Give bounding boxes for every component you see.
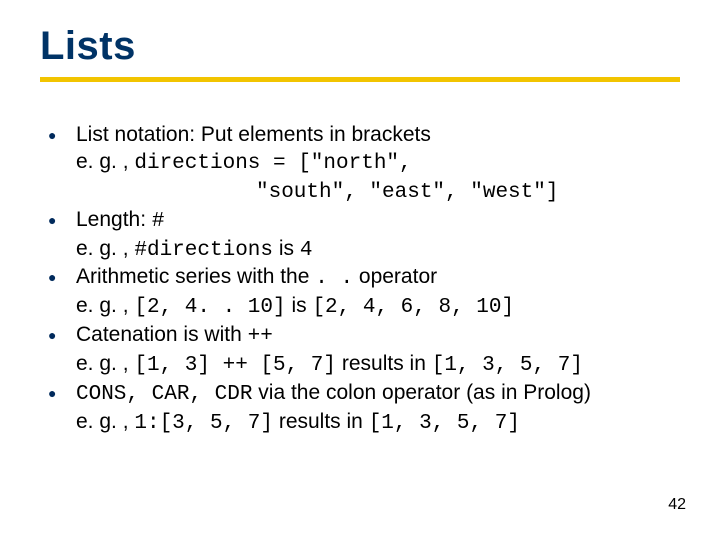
text: operator [353,265,437,288]
eg-prefix: e. g. , [76,410,134,433]
eg-prefix: e. g. , [76,150,134,173]
text: Arithmetic series with the [76,265,315,288]
list-item-example: e. g. , directions = ["north", [44,149,680,178]
bullet-icon: ● [44,122,76,148]
code: . . [315,267,353,290]
slide: Lists ● List notation: Put elements in b… [0,0,720,540]
item-text: "south", "east", "west"] [76,178,558,207]
item-text: e. g. , directions = ["north", [76,149,412,178]
code: #directions [134,239,273,262]
text: is [273,237,300,260]
text: results in [336,352,432,375]
list-item: ● Length: # [44,207,680,236]
code: ++ [248,325,273,348]
item-text: Arithmetic series with the . . operator [76,264,437,293]
list-item: ● CONS, CAR, CDR via the colon operator … [44,380,680,409]
bullet-icon: ● [44,380,76,406]
eg-prefix: e. g. , [76,294,134,317]
code: # [152,210,165,233]
list-item-example-cont: "south", "east", "west"] [44,178,680,207]
item-text: Length: # [76,207,165,236]
item-text: e. g. , #directions is 4 [76,236,312,265]
title-underline [40,77,680,82]
item-text: List notation: Put elements in brackets [76,122,431,149]
code: CONS, CAR, CDR [76,383,252,406]
code: 1:[3, 5, 7] [134,412,273,435]
code: "south", "east", "west"] [256,181,558,204]
text: via the colon operator (as in Prolog) [252,381,591,404]
bullet-icon: ● [44,322,76,348]
list-item-example: e. g. , #directions is 4 [44,236,680,265]
item-text: e. g. , [2, 4. . 10] is [2, 4, 6, 8, 10] [76,293,514,322]
code: 4 [300,239,313,262]
slide-content: ● List notation: Put elements in bracket… [40,122,680,438]
code: directions = ["north", [134,152,411,175]
code: [2, 4, 6, 8, 10] [312,296,514,319]
page-number: 42 [668,496,686,514]
list-item: ● Catenation is with ++ [44,322,680,351]
text: Catenation is with [76,323,248,346]
list-item-example: e. g. , [2, 4. . 10] is [2, 4, 6, 8, 10] [44,293,680,322]
eg-prefix: e. g. , [76,352,134,375]
item-text: Catenation is with ++ [76,322,273,351]
text: is [286,294,313,317]
slide-title: Lists [40,24,680,69]
item-text: e. g. , 1:[3, 5, 7] results in [1, 3, 5,… [76,409,520,438]
bullet-icon: ● [44,207,76,233]
text: Length: [76,208,152,231]
list-item-example: e. g. , 1:[3, 5, 7] results in [1, 3, 5,… [44,409,680,438]
text: results in [273,410,369,433]
list-item: ● List notation: Put elements in bracket… [44,122,680,149]
bullet-icon: ● [44,264,76,290]
list-item: ● Arithmetic series with the . . operato… [44,264,680,293]
code: [1, 3, 5, 7] [369,412,520,435]
list-item-example: e. g. , [1, 3] ++ [5, 7] results in [1, … [44,351,680,380]
code: [2, 4. . 10] [134,296,285,319]
item-text: CONS, CAR, CDR via the colon operator (a… [76,380,591,409]
eg-prefix: e. g. , [76,237,134,260]
code: [1, 3, 5, 7] [432,354,583,377]
item-text: e. g. , [1, 3] ++ [5, 7] results in [1, … [76,351,583,380]
code: [1, 3] ++ [5, 7] [134,354,336,377]
